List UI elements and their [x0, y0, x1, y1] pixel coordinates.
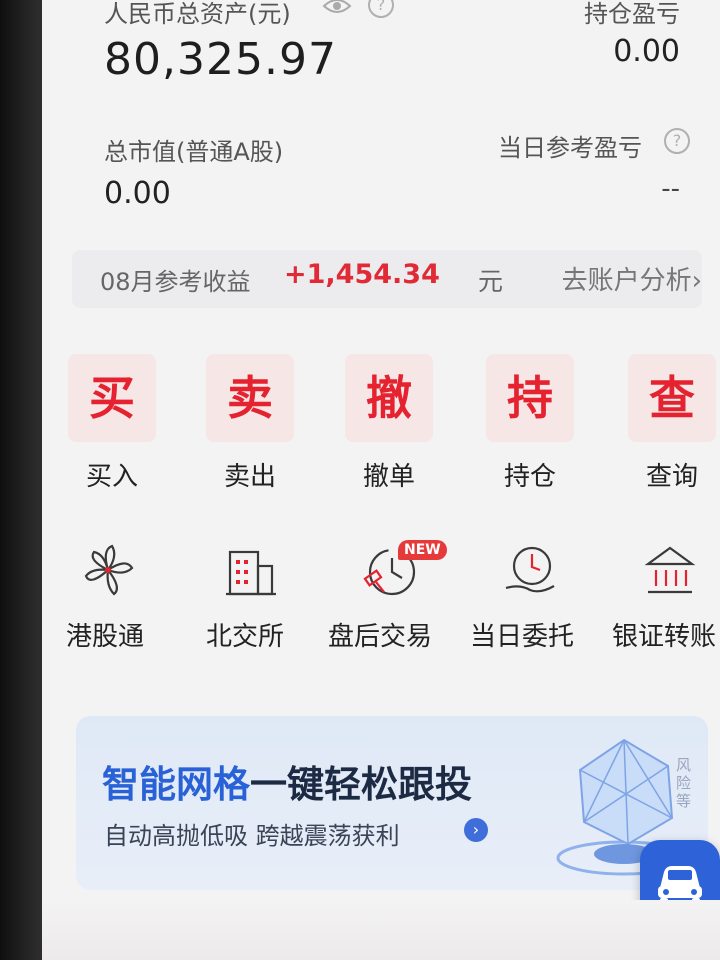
monthly-income-label: 08月参考收益 [100, 268, 251, 296]
holding-pnl-value: 0.00 [613, 34, 680, 69]
phone-bezel [0, 0, 42, 960]
market-value-label: 总市值(普通A股) [104, 138, 284, 166]
after-hours-trading-label: 盘后交易 [328, 622, 433, 652]
daily-pnl-help-icon[interactable]: ? [664, 128, 690, 154]
sell-button[interactable]: 卖 卖出 [206, 354, 296, 494]
total-assets-value: 80,325.97 [104, 34, 337, 85]
promo-title-rest: 一键轻松跟投 [250, 763, 472, 806]
building-icon [226, 550, 276, 596]
buy-label: 买入 [85, 462, 138, 492]
todays-orders-label: 当日委托 [470, 622, 575, 652]
account-analysis-link[interactable]: 去账户分析› [562, 260, 702, 297]
promo-title-highlight: 智能网格 [102, 763, 250, 806]
positions-button[interactable]: 持 持仓 [486, 354, 576, 494]
bauhinia-icon [84, 544, 134, 596]
risk-level-tag: 风险等 [676, 756, 692, 810]
bank-icon [644, 546, 696, 594]
buy-button[interactable]: 买 买入 [68, 354, 158, 494]
query-button[interactable]: 查 查询 [628, 354, 718, 494]
account-summary: 人民币总资产(元) ? 80,325.97 持仓盈亏 0.00 总市值(普通A股… [42, 0, 720, 250]
account-analysis-label: 去账户分析 [561, 266, 692, 296]
promo-subtitle: 自动高抛低吸 跨越震荡获利 [104, 822, 400, 850]
hand-clock-icon [505, 546, 555, 593]
query-icon: 查 [628, 354, 716, 442]
cancel-order-label: 撤单 [362, 462, 415, 492]
cancel-order-button[interactable]: 撤 撤单 [345, 354, 435, 494]
bottom-area [42, 900, 720, 960]
eye-icon[interactable] [322, 0, 352, 16]
smart-grid-banner[interactable]: 智能网格一键轻松跟投 自动高抛低吸 跨越震荡获利 › 风险等 [76, 716, 708, 890]
promo-title: 智能网格一键轻松跟投 [102, 754, 472, 808]
total-assets-help-icon[interactable]: ? [368, 0, 394, 18]
cancel-order-icon: 撤 [345, 354, 433, 442]
holding-pnl-label: 持仓盈亏 [584, 0, 680, 28]
market-value-value: 0.00 [104, 176, 171, 211]
trade-actions: 买 买入 卖 卖出 撤 撤单 持 持仓 查 查询 [42, 354, 720, 494]
total-assets-label: 人民币总资产(元) [104, 0, 291, 28]
positions-label: 持仓 [503, 462, 556, 492]
daily-pnl-value: -- [661, 174, 680, 204]
monthly-income-amount: +1,454.34 [284, 259, 440, 290]
bse-label: 北交所 [206, 622, 285, 652]
new-badge: NEW [398, 540, 447, 560]
monthly-income-unit: 元 [478, 267, 504, 296]
sell-icon: 卖 [206, 354, 294, 442]
hk-connect-label: 港股通 [66, 622, 145, 652]
arrow-right-icon[interactable]: › [464, 818, 488, 842]
sell-label: 卖出 [223, 462, 276, 492]
query-label: 查询 [645, 462, 698, 492]
bank-transfer-label: 银证转账 [612, 622, 717, 652]
service-shortcuts: 港股通 北交所 NEW 盘后交易 当日委托 银证转账 [42, 540, 720, 660]
monthly-income-bar[interactable]: 08月参考收益 +1,454.34 元 去账户分析› [72, 250, 702, 308]
chevron-right-icon: › [691, 266, 702, 296]
phone-screen: 人民币总资产(元) ? 80,325.97 持仓盈亏 0.00 总市值(普通A股… [42, 0, 720, 960]
buy-icon: 买 [68, 354, 156, 442]
positions-icon: 持 [486, 354, 574, 442]
daily-pnl-label: 当日参考盈亏 [498, 134, 642, 162]
